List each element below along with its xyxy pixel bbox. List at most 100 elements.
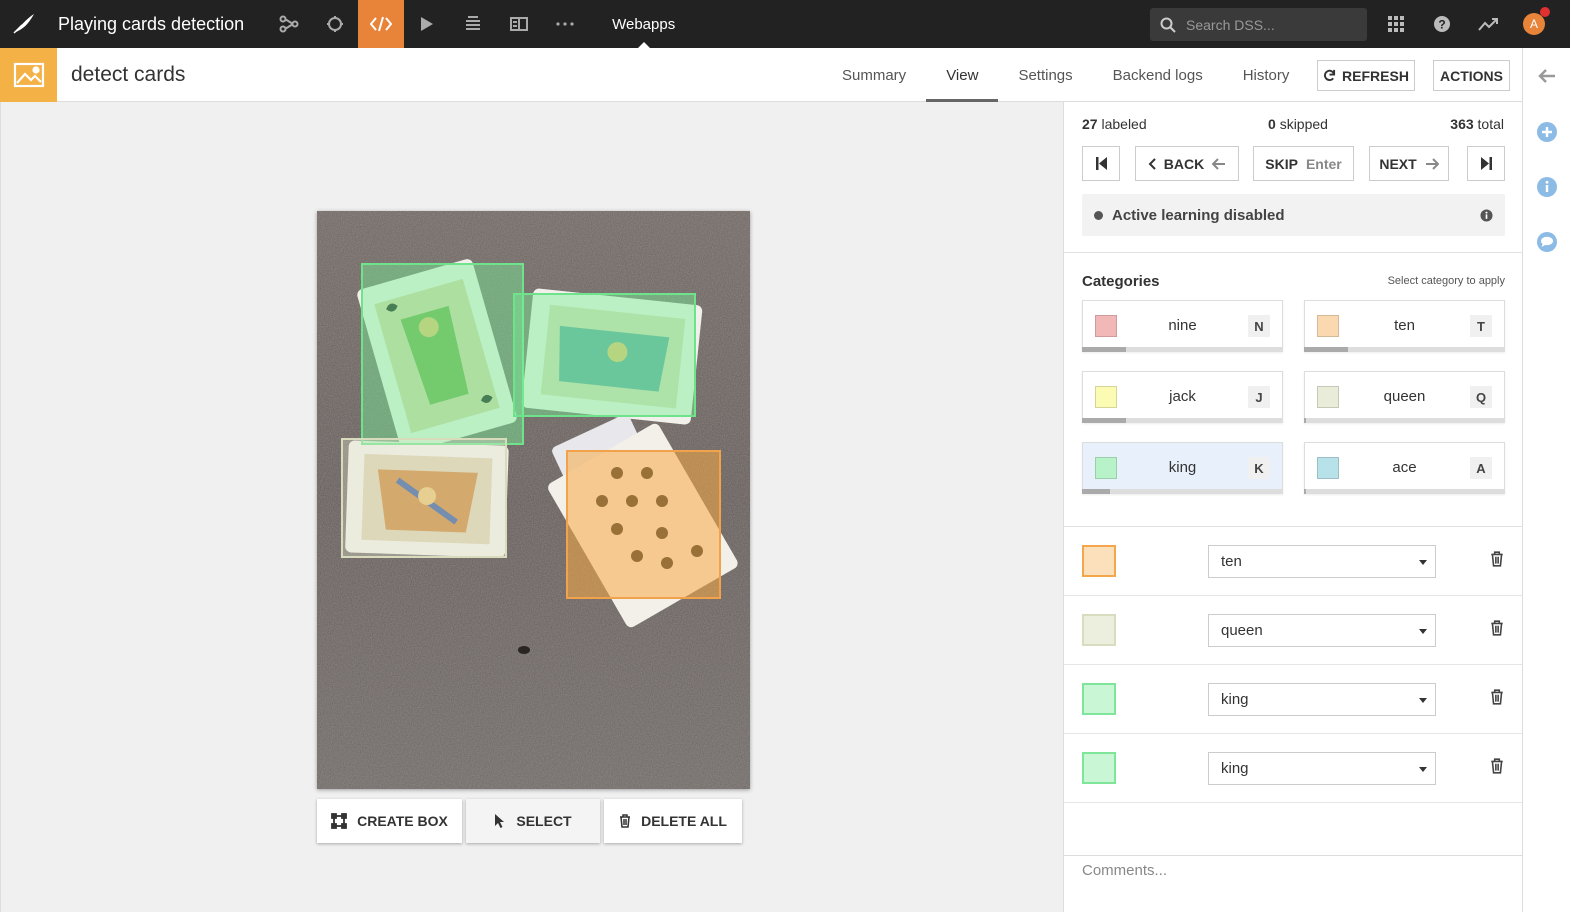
delete-annotation-icon[interactable]	[1490, 620, 1504, 636]
add-icon[interactable]	[1535, 120, 1559, 144]
category-name: ten	[1394, 317, 1415, 334]
annotation-color-swatch[interactable]	[1082, 545, 1116, 577]
bbox-king-spades[interactable]	[361, 263, 524, 445]
discussion-icon[interactable]	[1535, 230, 1559, 254]
collapse-arrow-icon[interactable]	[1535, 64, 1559, 88]
next-label: NEXT	[1379, 155, 1417, 172]
right-rail	[1522, 48, 1570, 912]
apps-grid-icon[interactable]	[1373, 0, 1419, 48]
tab-settings[interactable]: Settings	[998, 48, 1092, 102]
category-king[interactable]: king K	[1082, 442, 1283, 494]
caret-down-icon	[1419, 560, 1427, 565]
category-name: king	[1168, 459, 1197, 476]
annotation-category-select[interactable]: ten	[1208, 545, 1436, 578]
top-navigation-bar: Playing cards detection Webapps ? A	[0, 0, 1570, 48]
delete-annotation-icon[interactable]	[1490, 758, 1504, 774]
bbox-queen[interactable]	[341, 438, 507, 558]
bbox-king-clubs[interactable]	[513, 293, 696, 417]
annotation-category-select[interactable]: king	[1208, 752, 1436, 785]
search-icon	[1160, 17, 1176, 33]
category-name: nine	[1168, 317, 1197, 334]
select-button[interactable]: SELECT	[466, 799, 600, 843]
category-progress-fill	[1304, 418, 1306, 423]
trend-icon[interactable]	[1465, 0, 1511, 48]
dss-logo-icon[interactable]	[0, 0, 48, 48]
total-stat: 363 total	[1450, 116, 1504, 132]
chevron-left-icon	[1148, 157, 1156, 170]
delete-annotation-icon[interactable]	[1490, 551, 1504, 567]
next-button[interactable]: NEXT	[1369, 146, 1449, 181]
category-color-swatch	[1095, 315, 1117, 337]
annotation-category-value: king	[1221, 760, 1249, 777]
dashboard-icon[interactable]	[496, 0, 542, 48]
page-title[interactable]: detect cards	[71, 63, 185, 87]
create-box-button[interactable]: CREATE BOX	[317, 799, 462, 843]
category-progress-fill	[1082, 347, 1127, 352]
play-icon[interactable]	[404, 0, 450, 48]
project-title[interactable]: Playing cards detection	[58, 14, 244, 35]
flow-icon[interactable]	[266, 0, 312, 48]
info-icon[interactable]	[1535, 175, 1559, 199]
select-label: SELECT	[516, 813, 572, 829]
object-header: detect cards Summary View Settings Backe…	[0, 47, 1522, 102]
delete-all-button[interactable]: DELETE ALL	[604, 799, 742, 843]
arrow-left-icon	[1212, 157, 1226, 170]
skip-to-first-icon	[1095, 157, 1107, 170]
annotation-category-select[interactable]: queen	[1208, 614, 1436, 647]
annotation-row: ten	[1064, 527, 1522, 596]
category-color-swatch	[1095, 457, 1117, 479]
category-nine[interactable]: nine N	[1082, 300, 1283, 352]
search-input[interactable]	[1186, 16, 1346, 33]
skip-button[interactable]: SKIP Enter	[1253, 146, 1354, 181]
actions-button[interactable]: ACTIONS	[1433, 60, 1510, 91]
annotation-row: king	[1064, 665, 1522, 734]
category-progress-bar	[1304, 418, 1505, 423]
category-jack[interactable]: jack J	[1082, 371, 1283, 423]
annotation-color-swatch[interactable]	[1082, 683, 1116, 715]
category-color-swatch	[1317, 315, 1339, 337]
category-progress-fill	[1082, 418, 1127, 423]
labeling-panel: 27 labeled 0 skipped 363 total BACK SKIP…	[1063, 102, 1522, 912]
webapps-nav-label[interactable]: Webapps	[612, 0, 675, 48]
user-menu[interactable]: A	[1511, 0, 1557, 48]
code-icon[interactable]	[358, 0, 405, 48]
delete-annotation-icon[interactable]	[1490, 689, 1504, 705]
tab-summary[interactable]: Summary	[822, 48, 926, 102]
back-label: BACK	[1163, 155, 1205, 172]
annotation-color-swatch[interactable]	[1082, 614, 1116, 646]
caret-down-icon	[1419, 629, 1427, 634]
avatar[interactable]: A	[1523, 7, 1550, 35]
tab-backend-logs[interactable]: Backend logs	[1093, 48, 1223, 102]
recycle-icon[interactable]	[312, 0, 358, 48]
tab-view[interactable]: View	[926, 48, 999, 102]
last-button[interactable]	[1467, 146, 1505, 181]
caret-down-icon	[1419, 698, 1427, 703]
category-progress-fill	[1304, 489, 1306, 494]
info-icon[interactable]	[1480, 208, 1493, 222]
comments-box[interactable]	[1064, 855, 1522, 912]
category-color-swatch	[1095, 386, 1117, 408]
back-button[interactable]: BACK	[1135, 146, 1239, 181]
category-shortcut-key: A	[1470, 457, 1492, 479]
bbox-ten[interactable]	[566, 450, 721, 599]
search-box[interactable]	[1150, 8, 1367, 41]
more-icon[interactable]	[542, 0, 588, 48]
annotation-color-swatch[interactable]	[1082, 752, 1116, 784]
tab-history[interactable]: History	[1223, 48, 1310, 102]
first-button[interactable]	[1082, 146, 1120, 181]
help-icon[interactable]: ?	[1419, 0, 1465, 48]
category-queen[interactable]: queen Q	[1304, 371, 1505, 423]
category-ace[interactable]: ace A	[1304, 442, 1505, 494]
comments-input[interactable]	[1064, 856, 1522, 912]
category-ten[interactable]: ten T	[1304, 300, 1505, 352]
categories-title: Categories	[1082, 273, 1160, 290]
database-icon[interactable]	[450, 0, 496, 48]
labeled-stat: 27 labeled	[1082, 116, 1147, 132]
refresh-button[interactable]: REFRESH	[1317, 60, 1415, 91]
annotation-category-value: queen	[1221, 622, 1263, 639]
skipped-stat: 0 skipped	[1268, 116, 1328, 132]
active-learning-status: Active learning disabled	[1082, 194, 1505, 236]
categories-hint: Select category to apply	[1387, 275, 1505, 287]
annotation-category-select[interactable]: king	[1208, 683, 1436, 716]
annotated-image[interactable]	[317, 211, 750, 789]
